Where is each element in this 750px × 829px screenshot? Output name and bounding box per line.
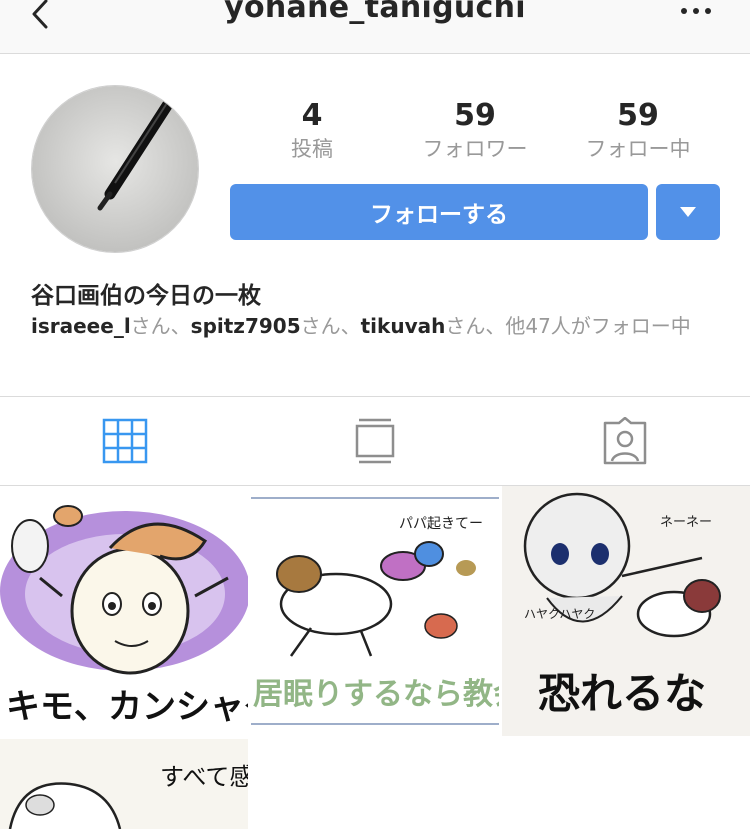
post-thumbnail-3[interactable]: ネーネー ハヤクハヤク 恐れるな [502,486,750,736]
posts-label: 投稿 [291,137,333,161]
post-3-caption-top: ネーネー [660,515,712,530]
illustration-church-nap: パパ起きてー 居眠りするなら教会で [251,486,499,736]
suggestions-dropdown-button[interactable] [656,184,720,240]
tab-grid[interactable] [0,397,250,485]
illustration-feel-everything: すべて感じて [0,739,248,829]
post-3-caption-side: ハヤクハヤク [524,607,595,621]
tab-tagged[interactable] [500,397,750,485]
profile-display-name: 谷口画伯の今日の一枚 [31,283,261,309]
san-suffix-1: さん、 [130,314,191,338]
post-2-caption-top: パパ起きてー [399,516,483,532]
profile-username-title: yohane_taniguchi [224,0,526,25]
illustration-do-not-fear: ネーネー ハヤクハヤク 恐れるな [502,486,750,736]
stylus-pen-image [32,86,198,252]
follower-link-1[interactable]: israeee_l [31,314,131,338]
following-count: 59 [617,98,659,133]
post-1-caption: キモ、カンシャダヨネ [6,687,248,727]
follower-link-3[interactable]: tikuvah [361,314,446,338]
stat-followers[interactable]: 59 フォロワー [400,98,550,164]
stat-posts[interactable]: 4 投稿 [237,98,387,164]
followed-by-text: israeee_lさん、spitz7905さん、tikuvahさん、他47人がフ… [31,312,721,340]
post-4-caption: すべて感じて [160,763,248,791]
post-thumbnail-1[interactable]: キモ、カンシャダヨネ [0,486,248,736]
post-thumbnail-4[interactable]: すべて感じて [0,739,248,829]
post-2-caption: 居眠りするなら教会で [253,677,499,712]
stat-following[interactable]: 59 フォロー中 [563,98,713,164]
followers-label: フォロワー [422,137,528,161]
top-nav-bar: yohane_taniguchi [0,0,750,54]
others-following-text[interactable]: 他47人がフォロー中 [505,314,690,338]
more-options-button[interactable] [678,0,714,28]
posts-count: 4 [301,98,323,133]
san-suffix-3: さん、 [445,314,506,338]
profile-view-tabs [0,396,750,486]
post-3-caption: 恐れるな [538,669,706,718]
more-dots-icon [681,8,711,14]
profile-avatar[interactable] [31,85,199,253]
grid-icon [102,418,148,464]
followers-count: 59 [454,98,496,133]
san-suffix-2: さん、 [300,314,361,338]
follower-link-2[interactable]: spitz7905 [191,314,301,338]
following-label: フォロー中 [585,137,691,161]
tab-feed[interactable] [250,397,500,485]
tagged-person-icon [603,417,647,465]
post-thumbnail-2[interactable]: パパ起きてー 居眠りするなら教会で [251,486,499,736]
illustration-gratitude: キモ、カンシャダヨネ [0,486,248,736]
follow-button[interactable]: フォローする [230,184,648,240]
feed-list-icon [355,418,395,464]
caret-down-icon [680,207,696,217]
